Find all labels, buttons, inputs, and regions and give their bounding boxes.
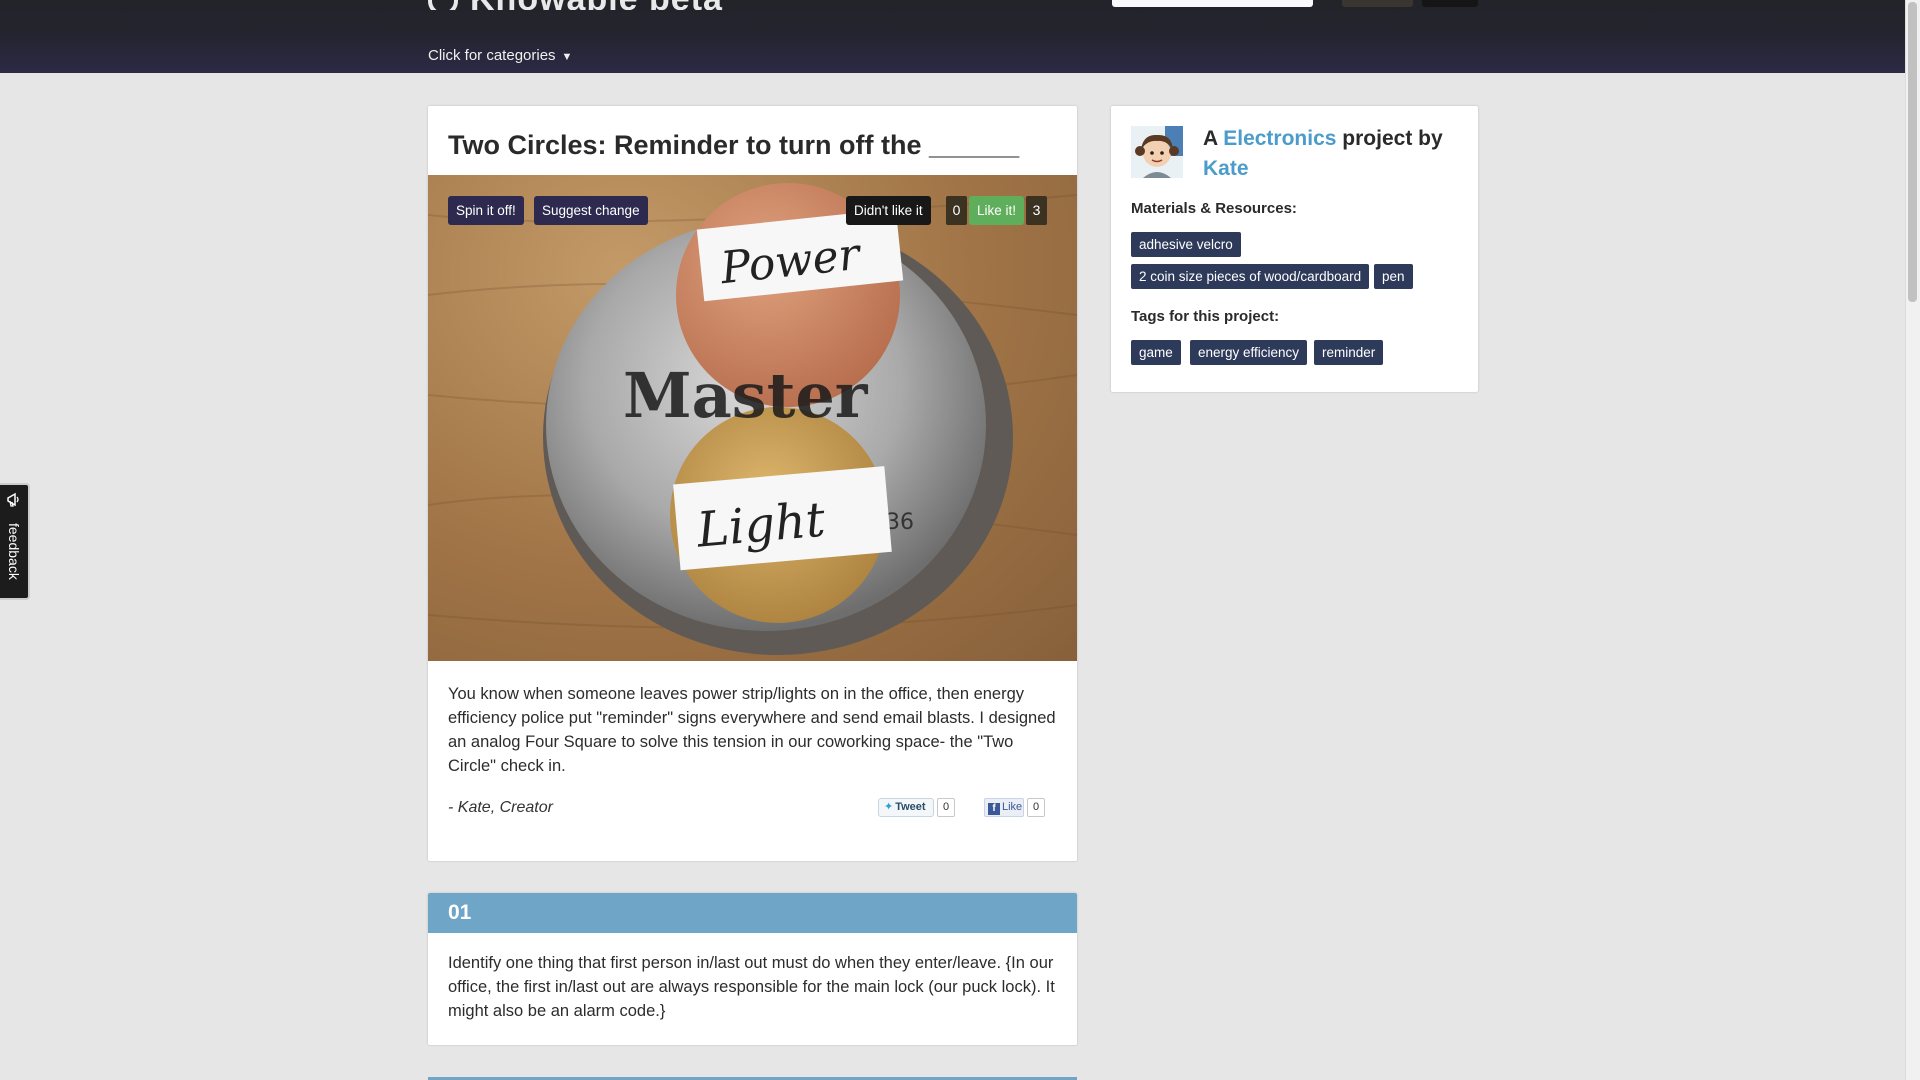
project-card: Two Circles: Reminder to turn off the __… [428, 106, 1077, 861]
facebook-like-label: Like [1002, 801, 1023, 813]
step-card: 01 Identify one thing that first person … [428, 893, 1077, 1045]
tag-chip[interactable]: reminder [1314, 340, 1384, 365]
facebook-icon: f [988, 803, 1000, 815]
svg-text:Master: Master [623, 359, 869, 432]
site-logo[interactable]: Knowable beta [428, 0, 723, 10]
tweet-button[interactable]: ✦ Tweet [878, 798, 934, 817]
categories-label: Click for categories [428, 47, 556, 64]
step-header: 01 [428, 893, 1077, 933]
project-description: You know when someone leaves power strip… [448, 685, 1056, 775]
attribution-middle: project by [1342, 127, 1443, 150]
step-number: 01 [448, 901, 472, 924]
creator-signature: - Kate, Creator [448, 799, 553, 816]
project-hero-image: Master 36 Power Light Spin it off! Sugge… [428, 175, 1077, 661]
brand-name: Knowable beta [470, 0, 723, 10]
material-chip[interactable]: pen [1374, 264, 1413, 289]
scrollbar-thumb[interactable] [1908, 2, 1917, 302]
megaphone-icon [5, 491, 23, 509]
like-count: 3 [1026, 196, 1047, 225]
twitter-bird-icon: ✦ [884, 801, 894, 813]
facebook-like-button[interactable]: f Like [984, 798, 1024, 817]
project-info-card: A Electronics project by Kate Materials … [1111, 106, 1478, 392]
tweet-count: 0 [937, 798, 955, 817]
hero-photo-drawing: Master 36 Power Light [428, 183, 1077, 655]
tag-chip[interactable]: energy efficiency [1190, 340, 1308, 365]
project-title: Two Circles: Reminder to turn off the __… [448, 130, 1020, 160]
spin-it-off-button[interactable]: Spin it off! [448, 196, 524, 225]
feedback-label: feedback [6, 523, 22, 580]
materials-heading: Materials & Resources: [1131, 200, 1297, 217]
facebook-like-count: 0 [1027, 798, 1045, 817]
author-avatar[interactable] [1131, 126, 1183, 178]
lock-brand-text: Master [623, 359, 869, 432]
attribution-prefix: A [1203, 127, 1218, 150]
tweet-label: Tweet [895, 801, 926, 813]
search-input[interactable] [1112, 0, 1313, 7]
like-it-button[interactable]: Like it! [969, 196, 1025, 225]
material-chip[interactable]: 2 coin size pieces of wood/cardboard [1131, 264, 1370, 289]
user-avatar-button[interactable] [1342, 0, 1413, 7]
dislike-count: 0 [946, 196, 967, 225]
account-menu-button[interactable] [1422, 0, 1478, 7]
author-link[interactable]: Kate [1203, 157, 1249, 180]
suggest-change-button[interactable]: Suggest change [534, 196, 648, 225]
top-navigation-bar: Knowable beta Click for categories ▼ [0, 0, 1905, 73]
category-link[interactable]: Electronics [1223, 127, 1336, 150]
cartoon-avatar-icon [1131, 126, 1183, 178]
step-instructions: Identify one thing that first person in/… [448, 954, 1055, 1020]
didnt-like-it-button[interactable]: Didn't like it [846, 196, 931, 225]
tags-heading: Tags for this project: [1131, 308, 1280, 325]
project-attribution: A Electronics project by Kate [1203, 124, 1453, 184]
categories-dropdown[interactable]: Click for categories ▼ [428, 46, 572, 66]
feedback-tab[interactable]: feedback [0, 483, 30, 600]
svg-text:Light: Light [694, 492, 828, 559]
caret-down-icon: ▼ [561, 51, 573, 63]
logo-icon [428, 0, 458, 10]
tag-chip[interactable]: game [1131, 340, 1181, 365]
material-chip[interactable]: adhesive velcro [1131, 232, 1241, 257]
svg-text:36: 36 [886, 510, 914, 535]
